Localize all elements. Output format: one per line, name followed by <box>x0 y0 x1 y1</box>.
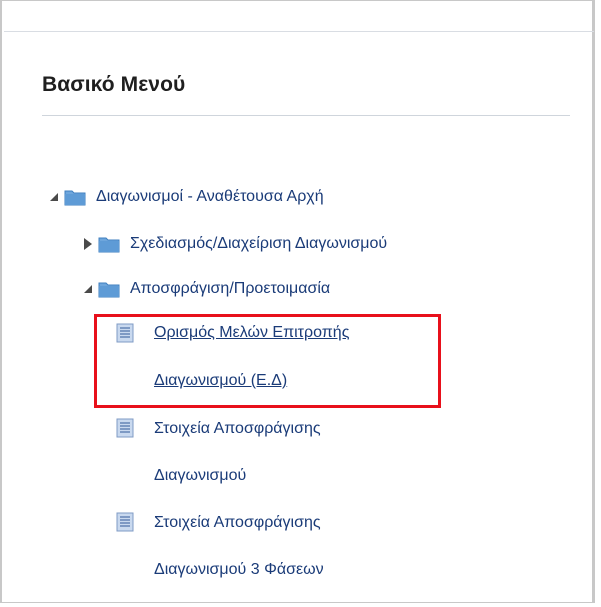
menu-title: Βασικό Μενού <box>42 73 186 96</box>
menu-panel: Βασικό Μενού Διαγωνισμοί - Αναθέτουσα Αρ… <box>0 0 595 603</box>
folder-icon <box>98 282 120 298</box>
menu-link-committee-members[interactable]: Ορισμός Μελών Επιτροπής <box>154 324 349 342</box>
panel-header-band <box>4 1 594 32</box>
expanded-arrow-icon[interactable] <box>82 283 94 295</box>
tree-node-planning-management[interactable]: Σχεδιασμός/Διαχείριση Διαγωνισμού <box>82 232 387 256</box>
menu-link-unsealing-data-line2[interactable]: Διαγωνισμού <box>154 467 246 485</box>
menu-link-committee-members-line2[interactable]: Διαγωνισμού (Ε.Δ) <box>154 372 287 390</box>
tree-node-label: Διαγωνισμοί - Αναθέτουσα Αρχή <box>96 188 324 205</box>
menu-link-unsealing-data-3-phase-line2[interactable]: Διαγωνισμού 3 Φάσεων <box>154 561 324 579</box>
tree-node-label: Αποσφράγιση/Προετοιμασία <box>130 280 331 297</box>
expanded-arrow-icon[interactable] <box>48 191 60 203</box>
page-icon <box>116 418 134 438</box>
menu-link-unsealing-data-3-phase[interactable]: Στοιχεία Αποσφράγισης <box>154 514 321 532</box>
folder-icon <box>98 237 120 253</box>
tree-node-unsealing-preparation[interactable]: Αποσφράγιση/Προετοιμασία <box>82 277 330 301</box>
collapsed-arrow-icon[interactable] <box>82 238 94 250</box>
page-icon <box>116 323 134 343</box>
folder-icon <box>64 190 86 206</box>
menu-link-unsealing-data[interactable]: Στοιχεία Αποσφράγισης <box>154 420 321 438</box>
tree-node-label: Σχεδιασμός/Διαχείριση Διαγωνισμού <box>130 235 388 252</box>
page-icon <box>116 512 134 532</box>
title-divider <box>42 115 570 116</box>
tree-node-tenders-authority[interactable]: Διαγωνισμοί - Αναθέτουσα Αρχή <box>48 185 324 209</box>
